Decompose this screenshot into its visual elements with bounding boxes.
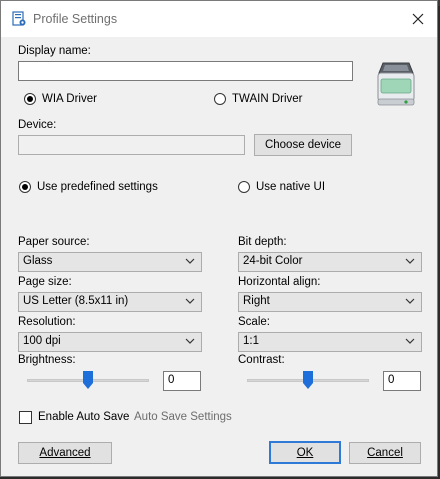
use-predefined-settings-radio[interactable]: Use predefined settings [19,181,158,193]
choose-device-button[interactable]: Choose device [254,134,352,156]
scale-select[interactable]: 1:1 [238,332,422,352]
chevron-down-icon [405,258,415,264]
wia-driver-radio[interactable]: WIA Driver [24,93,97,105]
bit-depth-label: Bit depth: [238,236,287,248]
title-bar: Profile Settings [1,1,437,37]
radio-indicator [214,93,226,105]
device-label: Device: [18,119,57,131]
radio-indicator [24,93,36,105]
page-size-value: US Letter (8.5x11 in) [23,295,129,307]
close-button[interactable] [405,7,431,31]
close-icon [412,13,424,25]
horizontal-align-select[interactable]: Right [238,292,422,312]
brightness-input[interactable]: 0 [163,371,201,391]
enable-auto-save-checkbox[interactable] [19,411,32,424]
horizontal-align-label: Horizontal align: [238,276,321,288]
use-native-ui-label: Use native UI [256,181,326,193]
radio-indicator [19,181,31,193]
horizontal-align-value: Right [243,295,270,307]
wia-driver-label: WIA Driver [42,93,97,105]
auto-save-settings-link[interactable]: Auto Save Settings [134,411,232,423]
radio-indicator [238,181,250,193]
page-size-label: Page size: [18,276,72,288]
contrast-label: Contrast: [238,354,285,366]
slider-thumb[interactable] [303,371,313,389]
ok-button[interactable]: OK [269,441,341,464]
twain-driver-radio[interactable]: TWAIN Driver [214,93,302,105]
profile-settings-dialog: Profile Settings Display name: WIA Drive… [0,0,438,477]
chevron-down-icon [185,298,195,304]
chevron-down-icon [405,298,415,304]
use-native-ui-radio[interactable]: Use native UI [238,181,325,193]
chevron-down-icon [405,338,415,344]
use-predefined-settings-label: Use predefined settings [37,181,158,193]
chevron-down-icon [185,338,195,344]
ok-button-label: OK [296,446,314,459]
radio-selected-dot [22,184,28,190]
paper-source-value: Glass [23,255,53,267]
scanner-icon [377,62,415,106]
bit-depth-value: 24-bit Color [243,255,303,267]
radio-selected-dot [27,96,33,102]
scale-label: Scale: [238,316,270,328]
resolution-value: 100 dpi [23,335,61,347]
cancel-button[interactable]: Cancel [349,442,421,464]
scale-value: 1:1 [243,335,259,347]
resolution-label: Resolution: [18,316,76,328]
brightness-slider[interactable] [27,369,149,393]
advanced-button-label: Advanced [39,447,91,459]
profile-settings-icon [12,11,26,26]
paper-source-label: Paper source: [18,236,90,248]
bit-depth-select[interactable]: 24-bit Color [238,252,422,272]
chevron-down-icon [185,258,195,264]
contrast-slider[interactable] [247,369,369,393]
cancel-button-label: Cancel [367,447,403,459]
resolution-select[interactable]: 100 dpi [18,332,202,352]
display-name-input[interactable] [18,61,353,81]
paper-source-select[interactable]: Glass [18,252,202,272]
advanced-button[interactable]: Advanced [18,442,112,464]
display-name-label: Display name: [18,45,91,57]
brightness-label: Brightness: [18,354,76,366]
device-input[interactable] [18,135,245,155]
window-title: Profile Settings [33,12,118,26]
page-size-select[interactable]: US Letter (8.5x11 in) [18,292,202,312]
slider-thumb[interactable] [83,371,93,389]
twain-driver-label: TWAIN Driver [232,93,303,105]
contrast-input[interactable]: 0 [383,371,421,391]
enable-auto-save-label: Enable Auto Save [38,411,130,423]
